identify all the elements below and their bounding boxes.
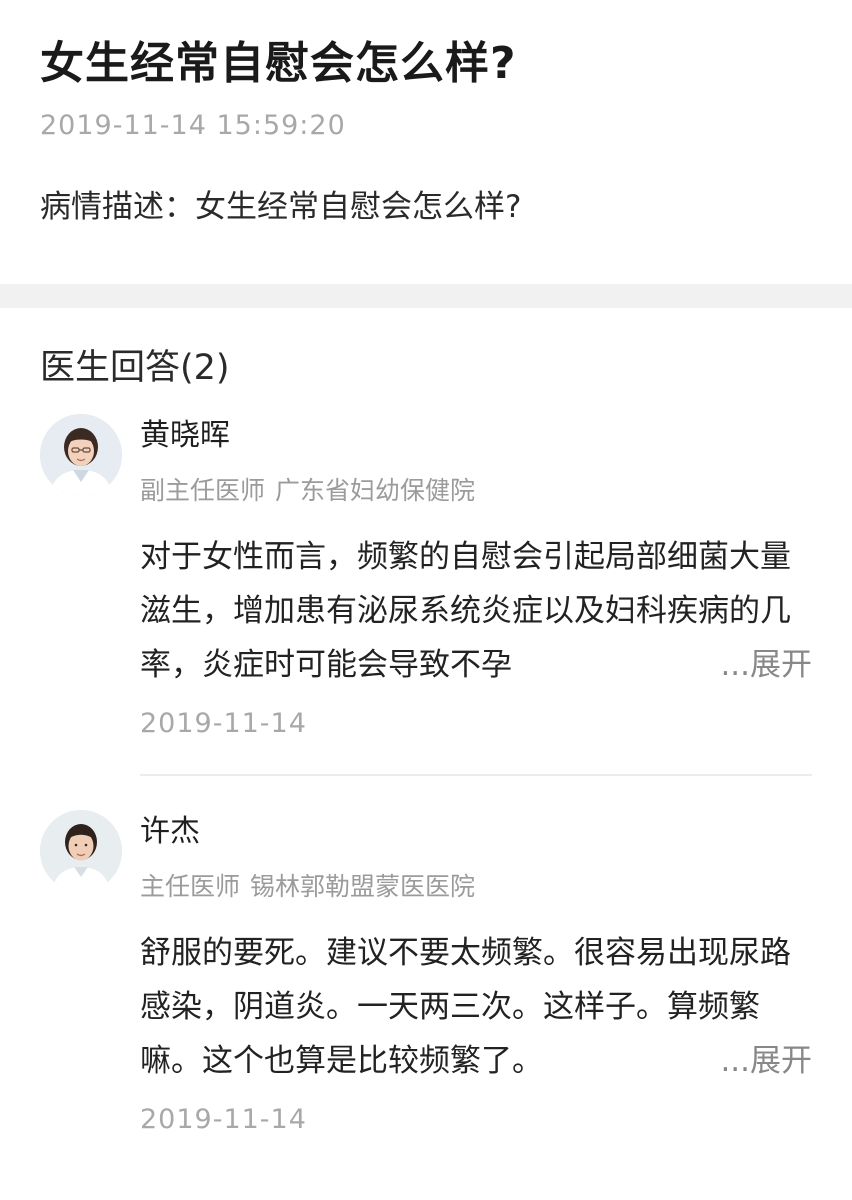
section-divider xyxy=(0,284,852,308)
doctor-avatar[interactable] xyxy=(40,414,122,496)
doctor-title: 副主任医师 xyxy=(140,476,266,505)
doctor-portrait-icon xyxy=(40,414,122,496)
doctor-title: 主任医师 xyxy=(140,872,241,901)
answer-text: 对于女性而言，频繁的自慰会引起局部细菌大量滋生，增加患有泌尿系统炎症以及妇科疾病… xyxy=(140,530,812,692)
expand-link[interactable]: ...展开 xyxy=(702,638,812,692)
answer-item: 黄晓晖 副主任医师 广东省妇幼保健院 对于女性而言，频繁的自慰会引起局部细菌大量滋… xyxy=(40,398,812,744)
answer-content: 舒服的要死。建议不要太频繁。很容易出现尿路感染，阴道炎。一天两三次。这样子。算频… xyxy=(140,935,791,1079)
answers-section: 医生回答(2) 黄晓晖 副主任医师 广东省妇幼保健院 对于女性而言，频繁的自慰会… xyxy=(0,308,852,1140)
doctor-name[interactable]: 许杰 xyxy=(140,808,812,856)
doctor-portrait-icon xyxy=(40,810,122,892)
answer-date: 2019-11-14 xyxy=(140,708,307,739)
question-description: 病情描述：女生经常自慰会怎么样? xyxy=(40,189,522,225)
answer-content: 对于女性而言，频繁的自慰会引起局部细菌大量滋生，增加患有泌尿系统炎症以及妇科疾病… xyxy=(140,539,791,683)
question-timestamp: 2019-11-14 15:59:20 xyxy=(40,110,346,141)
doctor-hospital: 广东省妇幼保健院 xyxy=(275,476,476,505)
expand-link[interactable]: ...展开 xyxy=(702,1034,812,1088)
doctor-info: 副主任医师 广东省妇幼保健院 xyxy=(140,474,812,508)
question-title: 女生经常自慰会怎么样? xyxy=(40,38,517,89)
answer-text: 舒服的要死。建议不要太频繁。很容易出现尿路感染，阴道炎。一天两三次。这样子。算频… xyxy=(140,926,812,1088)
question-header: 女生经常自慰会怎么样? 2019-11-14 15:59:20 病情描述：女生经… xyxy=(0,0,852,262)
doctor-info: 主任医师 锡林郭勒盟蒙医医院 xyxy=(140,870,812,904)
answer-date: 2019-11-14 xyxy=(140,1104,307,1135)
doctor-avatar[interactable] xyxy=(40,810,122,892)
doctor-name[interactable]: 黄晓晖 xyxy=(140,412,812,460)
doctor-hospital: 锡林郭勒盟蒙医医院 xyxy=(250,872,476,901)
answer-item: 许杰 主任医师 锡林郭勒盟蒙医医院 舒服的要死。建议不要太频繁。很容易出现尿路感染… xyxy=(40,774,812,1140)
answers-heading: 医生回答(2) xyxy=(40,348,230,388)
